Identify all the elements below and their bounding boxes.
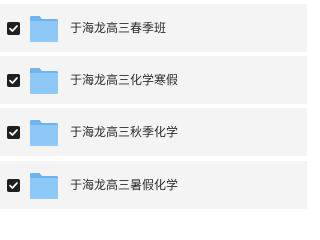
folder-icon — [29, 66, 59, 95]
folder-icon — [29, 14, 59, 43]
row-checkbox[interactable] — [7, 22, 20, 35]
row-checkbox[interactable] — [7, 126, 20, 139]
folder-name[interactable]: 于海龙高三暑假化学 — [70, 176, 178, 194]
folder-icon — [29, 118, 59, 147]
row-checkbox[interactable] — [7, 74, 20, 87]
row-checkbox[interactable] — [7, 179, 20, 192]
folder-row[interactable]: 于海龙高三春季班 — [0, 4, 307, 52]
folder-row[interactable]: 于海龙高三秋季化学 — [0, 108, 307, 156]
folder-icon — [29, 171, 59, 200]
folder-name[interactable]: 于海龙高三秋季化学 — [70, 123, 178, 141]
folder-row[interactable]: 于海龙高三化学寒假 — [0, 56, 307, 104]
folder-list: 于海龙高三春季班 于海龙高三化学寒假 于海龙高三秋季化学 于海龙高三暑假化学 — [0, 0, 307, 226]
folder-name[interactable]: 于海龙高三化学寒假 — [70, 71, 178, 89]
folder-row[interactable]: 于海龙高三暑假化学 — [0, 161, 307, 209]
folder-name[interactable]: 于海龙高三春季班 — [70, 19, 166, 37]
